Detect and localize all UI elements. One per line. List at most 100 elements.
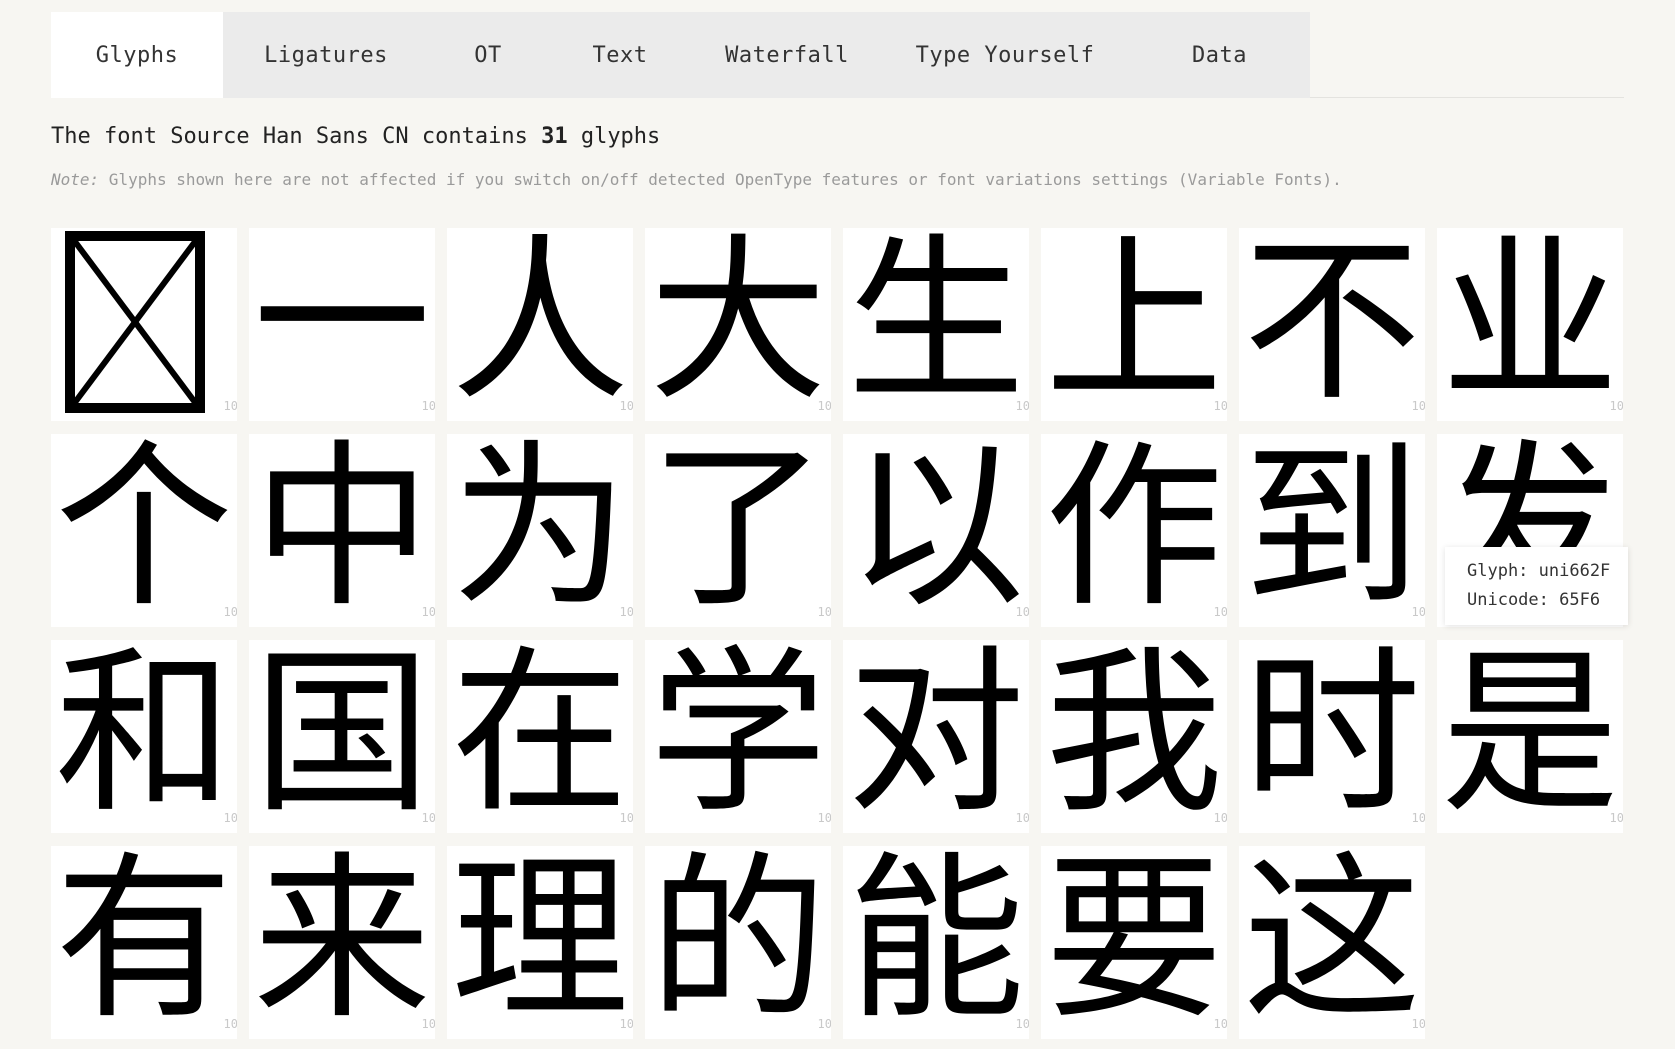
- glyph-index-label: 10: [1015, 605, 1029, 619]
- glyph-cell[interactable]: 这 10: [1239, 846, 1425, 1039]
- tooltip-glyph-name: Glyph: uni662F: [1467, 561, 1611, 581]
- glyph-index-label: 10: [817, 1017, 831, 1031]
- tab-bar: Glyphs Ligatures OT Text Waterfall Type …: [51, 12, 1310, 98]
- glyph-cell[interactable]: 在 10: [447, 640, 633, 833]
- glyph-character: 不: [1243, 228, 1421, 421]
- glyph-character: 能: [847, 846, 1025, 1039]
- glyph-cell[interactable]: 到 10: [1239, 434, 1425, 627]
- glyph-index-label: 10: [1609, 399, 1623, 413]
- glyph-cell[interactable]: 一 10: [249, 228, 435, 421]
- tab-data[interactable]: Data: [1129, 12, 1310, 98]
- glyph-cell[interactable]: 要 10: [1041, 846, 1227, 1039]
- glyph-cell[interactable]: 为 10: [447, 434, 633, 627]
- glyph-index-label: 10: [1411, 399, 1425, 413]
- glyph-cell[interactable]: 来 10: [249, 846, 435, 1039]
- glyph-cell[interactable]: 作 10: [1041, 434, 1227, 627]
- glyph-character: 到: [1243, 434, 1421, 627]
- glyph-index-label: 10: [223, 605, 237, 619]
- tab-ligatures[interactable]: Ligatures: [223, 12, 429, 98]
- glyph-character: 学: [649, 640, 827, 833]
- glyph-grid: 10 一 10 人 10 大 10 生 10 上 10 不 10 业 10 个 10 中 10 为 10 了 10 以 10 作 1…: [51, 228, 1625, 1039]
- note-label: Note:: [51, 170, 100, 189]
- glyph-cell[interactable]: 了 10: [645, 434, 831, 627]
- glyph-cell[interactable]: 的 10: [645, 846, 831, 1039]
- glyph-index-label: 10: [817, 399, 831, 413]
- glyph-cell[interactable]: 时 10: [1239, 640, 1425, 833]
- glyph-cell[interactable]: 生 10: [843, 228, 1029, 421]
- glyph-index-label: 10: [619, 605, 633, 619]
- glyph-cell[interactable]: 中 10: [249, 434, 435, 627]
- glyph-cell[interactable]: 理 10: [447, 846, 633, 1039]
- tab-type-yourself[interactable]: Type Yourself: [881, 12, 1129, 98]
- glyph-character: 对: [847, 640, 1025, 833]
- tooltip-unicode: Unicode: 65F6: [1467, 590, 1601, 610]
- glyph-character: 中: [253, 434, 431, 627]
- glyph-character: 一: [253, 228, 431, 421]
- glyph-index-label: 10: [1609, 811, 1623, 825]
- glyph-character: 和: [55, 640, 233, 833]
- glyph-cell[interactable]: 业 10: [1437, 228, 1623, 421]
- glyph-count-summary: The font Source Han Sans CN contains 31 …: [51, 124, 660, 149]
- glyph-cell[interactable]: 我 10: [1041, 640, 1227, 833]
- glyph-cell[interactable]: 和 10: [51, 640, 237, 833]
- tab-ot[interactable]: OT: [429, 12, 547, 98]
- glyph-character: 理: [451, 846, 629, 1039]
- glyph-index-label: 10: [619, 811, 633, 825]
- glyph-index-label: 10: [1213, 399, 1227, 413]
- glyph-cell[interactable]: 个 10: [51, 434, 237, 627]
- glyph-index-label: 10: [1213, 605, 1227, 619]
- glyph-cell[interactable]: 对 10: [843, 640, 1029, 833]
- glyph-character: 为: [451, 434, 629, 627]
- glyph-index-label: 10: [421, 605, 435, 619]
- glyph-character: 在: [451, 640, 629, 833]
- glyph-index-label: 10: [1213, 811, 1227, 825]
- glyph-character: 个: [55, 434, 233, 627]
- glyph-character: 上: [1045, 228, 1223, 421]
- glyph-character: 是: [1441, 640, 1619, 833]
- glyph-cell[interactable]: 国 10: [249, 640, 435, 833]
- glyph-character: 这: [1243, 846, 1421, 1039]
- page: Glyphs Ligatures OT Text Waterfall Type …: [0, 0, 1675, 1049]
- tab-text[interactable]: Text: [547, 12, 693, 98]
- summary-prefix: The font Source Han Sans CN contains: [51, 124, 542, 149]
- glyph-cell[interactable]: 上 10: [1041, 228, 1227, 421]
- glyph-index-label: 10: [223, 1017, 237, 1031]
- glyph-character: 国: [253, 640, 431, 833]
- glyph-character: 我: [1045, 640, 1223, 833]
- glyph-index-label: 10: [421, 399, 435, 413]
- glyph-character: 的: [649, 846, 827, 1039]
- glyph-index-label: 10: [223, 399, 237, 413]
- glyph-character: 来: [253, 846, 431, 1039]
- glyph-index-label: 10: [1411, 1017, 1425, 1031]
- tooltip-arrow: [1437, 587, 1445, 599]
- summary-suffix: glyphs: [567, 124, 661, 149]
- glyph-index-label: 10: [817, 811, 831, 825]
- tab-bar-divider: [1310, 97, 1624, 98]
- glyph-character: 业: [1441, 228, 1619, 421]
- glyph-cell[interactable]: 是 10: [1437, 640, 1623, 833]
- glyph-index-label: 10: [1411, 605, 1425, 619]
- glyph-index-label: 10: [1411, 811, 1425, 825]
- glyph-cell[interactable]: 人 10: [447, 228, 633, 421]
- glyph-index-label: 10: [619, 399, 633, 413]
- glyph-cell[interactable]: 有 10: [51, 846, 237, 1039]
- glyph-count: 31: [541, 124, 568, 149]
- glyph-character: 大: [649, 228, 827, 421]
- tab-waterfall[interactable]: Waterfall: [693, 12, 881, 98]
- note-text: Glyphs shown here are not affected if yo…: [99, 170, 1342, 189]
- glyph-character: 有: [55, 846, 233, 1039]
- glyph-cell[interactable]: 大 10: [645, 228, 831, 421]
- glyph-index-label: 10: [223, 811, 237, 825]
- glyph-cell[interactable]: 10: [51, 228, 237, 421]
- glyph-cell[interactable]: 学 10: [645, 640, 831, 833]
- notdef-glyph-icon: [65, 231, 205, 413]
- glyph-character: 生: [847, 228, 1025, 421]
- glyph-index-label: 10: [421, 1017, 435, 1031]
- glyph-character: 作: [1045, 434, 1223, 627]
- glyph-cell[interactable]: 以 10: [843, 434, 1029, 627]
- glyph-character: 了: [649, 434, 827, 627]
- glyph-index-label: 10: [421, 811, 435, 825]
- tab-glyphs[interactable]: Glyphs: [51, 12, 223, 98]
- glyph-cell[interactable]: 能 10: [843, 846, 1029, 1039]
- glyph-cell[interactable]: 不 10: [1239, 228, 1425, 421]
